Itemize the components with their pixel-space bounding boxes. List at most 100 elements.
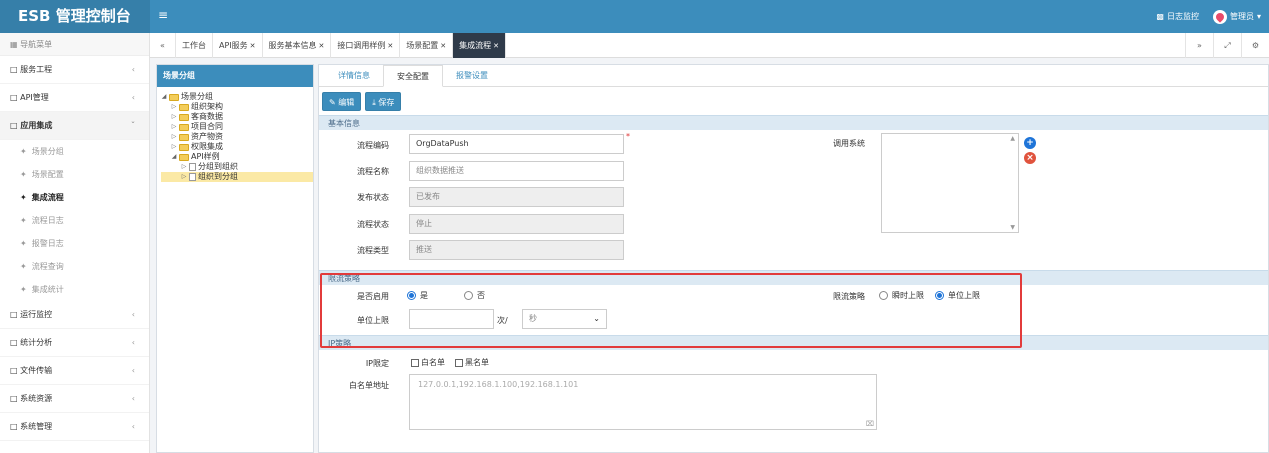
sidebar-item-file-transfer[interactable]: □ 文件传输 ‹ [0, 357, 149, 385]
sidebar-item-label: 应用集成 [20, 121, 53, 130]
leaf-icon: ✦ [20, 216, 27, 225]
flow-state-field: 停止 [409, 214, 624, 234]
user-name: 管理员 [1229, 12, 1254, 21]
tab-workbench[interactable]: 工作台 [176, 33, 213, 58]
blacklist-checkbox[interactable]: 黑名单 [455, 357, 489, 368]
sidebar-item-sys-resource[interactable]: □ 系统资源 ‹ [0, 385, 149, 413]
sidebar-sub-scene-group[interactable]: ✦ 场景分组 [0, 140, 149, 163]
tree-node[interactable]: ▷ 组织架构 [161, 102, 313, 112]
sidebar-item-run-monitor[interactable]: □ 运行监控 ‹ [0, 301, 149, 329]
scene-tree-panel: 场景分组 ◢ 场景分组 ▷ 组织架构 ▷ 客商数据 ▷ 项目合同 ▷ 资产物资 ▷ 权限集成… [156, 64, 314, 453]
caret-right-icon[interactable]: ▷ [171, 122, 177, 132]
close-icon[interactable]: ✕ [493, 42, 499, 50]
sidebar-item-api-management[interactable]: □ API管理 ‹ [0, 84, 149, 112]
folder-icon [179, 133, 189, 141]
tab-label: API服务 [219, 41, 248, 50]
sidebar-item-sys-manage[interactable]: □ 系统管理 ‹ [0, 413, 149, 441]
chevron-left-icon: ‹ [131, 93, 135, 102]
ip-limit-label: IP限定 [365, 359, 389, 368]
sidebar-sub-integration-flow[interactable]: ✦ 集成流程 [0, 186, 149, 209]
folder-icon [179, 153, 189, 161]
tree-node-label: 组织到分组 [198, 172, 238, 181]
unit-limit-radio[interactable]: 单位上限 [935, 290, 980, 301]
main-panel: 详情信息 安全配置 报警设置 ✎ 编辑 ⤓ 保存 基本信息 流程编码 OrgDa… [318, 64, 1269, 453]
folder-icon [179, 123, 189, 131]
whitelist-checkbox[interactable]: 白名单 [411, 357, 445, 368]
tab-details[interactable]: 详情信息 [325, 65, 383, 86]
tree-node[interactable]: ▷ 客商数据 [161, 112, 313, 122]
caret-right-icon[interactable]: ▷ [171, 132, 177, 142]
system-label: 调用系统 [833, 139, 865, 148]
hamburger-icon[interactable]: ≡ [158, 8, 168, 22]
tree-node-selected[interactable]: ▷ 组织到分组 [161, 172, 313, 182]
resize-handle-icon[interactable]: ⌧ [866, 420, 874, 428]
double-chevron-left-icon[interactable]: « [150, 33, 176, 58]
close-icon[interactable]: ✕ [250, 42, 256, 50]
sidebar-item-service-project[interactable]: □ 服务工程 ‹ [0, 56, 149, 84]
scroll-down-icon[interactable]: ▼ [1010, 224, 1015, 231]
tree-node[interactable]: ▷ 权限集成 [161, 142, 313, 152]
sidebar-item-app-integration[interactable]: □ 应用集成 ˇ [0, 112, 149, 140]
tree-node[interactable]: ▷ 项目合同 [161, 122, 313, 132]
square-icon: □ [10, 394, 18, 403]
top-right-actions: ▩ 日志监控 管理员 ▾ [1156, 0, 1261, 33]
caller-system-list[interactable]: ▲ ▼ [881, 133, 1019, 233]
double-chevron-right-icon[interactable]: » [1185, 33, 1213, 58]
fullscreen-icon[interactable]: ⤢ [1213, 33, 1241, 58]
caret-down-icon[interactable]: ◢ [161, 92, 167, 102]
leaf-icon: ✦ [20, 170, 27, 179]
sidebar-item-label: API管理 [20, 93, 49, 102]
instant-limit-radio[interactable]: 瞬时上限 [879, 290, 924, 301]
delete-system-button[interactable]: × [1024, 152, 1036, 164]
sidebar-sub-label: 场景配置 [31, 170, 64, 179]
edit-button[interactable]: ✎ 编辑 [322, 92, 362, 111]
caret-right-icon[interactable]: ▷ [171, 102, 177, 112]
grid-icon: ▦ [10, 40, 18, 49]
scene-tree: ◢ 场景分组 ▷ 组织架构 ▷ 客商数据 ▷ 项目合同 ▷ 资产物资 ▷ 权限集成 ◢ API… [157, 87, 313, 182]
name-field[interactable]: 组织数据推送 [409, 161, 624, 181]
sidebar-sub-alarm-log[interactable]: ✦ 报警日志 [0, 232, 149, 255]
folder-icon [179, 103, 189, 111]
period-select[interactable]: 秒 ⌄ [522, 309, 607, 329]
caret-right-icon[interactable]: ▷ [171, 142, 177, 152]
tree-node-root[interactable]: ◢ 场景分组 [161, 92, 313, 102]
tree-node-label: 客商数据 [191, 112, 223, 121]
enable-yes-radio[interactable]: 是 [407, 290, 428, 301]
sidebar-sub-flow-log[interactable]: ✦ 流程日志 [0, 209, 149, 232]
add-system-button[interactable]: + [1024, 137, 1036, 149]
caret-down-icon[interactable]: ◢ [171, 152, 177, 162]
tree-node[interactable]: ▷ 资产物资 [161, 132, 313, 142]
log-monitor-link[interactable]: ▩ 日志监控 [1156, 11, 1199, 22]
caret-right-icon[interactable]: ▷ [181, 172, 187, 182]
unit-limit-input[interactable] [409, 309, 494, 329]
sidebar-item-label: 运行监控 [20, 310, 53, 319]
tab-integration-flow[interactable]: 集成流程 ✕ [453, 33, 507, 58]
gear-icon[interactable]: ⚙ [1241, 33, 1269, 58]
tab-alarm-settings[interactable]: 报警设置 [443, 65, 501, 86]
tree-node-leaf[interactable]: ▷ 分组到组织 [161, 162, 313, 172]
tab-scene-config[interactable]: 场景配置 ✕ [400, 33, 454, 58]
caret-right-icon[interactable]: ▷ [171, 112, 177, 122]
whitelist-addr-textarea[interactable]: 127.0.0.1,192.168.1.100,192.168.1.101 ⌧ [409, 374, 877, 430]
enable-no-radio[interactable]: 否 [464, 290, 485, 301]
tab-security-config[interactable]: 安全配置 [383, 65, 443, 87]
scroll-up-icon[interactable]: ▲ [1010, 135, 1015, 142]
tree-node-api-sample[interactable]: ◢ API样例 [161, 152, 313, 162]
tab-api-sample[interactable]: 接口调用样例 ✕ [331, 33, 401, 58]
sidebar-sub-scene-config[interactable]: ✦ 场景配置 [0, 163, 149, 186]
caret-right-icon[interactable]: ▷ [181, 162, 187, 172]
user-menu[interactable]: 管理员 ▾ [1212, 9, 1261, 24]
sidebar-sub-flow-query[interactable]: ✦ 流程查询 [0, 255, 149, 278]
close-icon[interactable]: ✕ [440, 42, 446, 50]
tab-service-info[interactable]: 服务基本信息 ✕ [263, 33, 332, 58]
leaf-icon: ✦ [20, 285, 27, 294]
close-icon[interactable]: ✕ [387, 42, 393, 50]
sidebar-sub-integration-stats[interactable]: ✦ 集成统计 [0, 278, 149, 301]
code-field[interactable]: OrgDataPush [409, 134, 624, 154]
rate-limit-form: 是否启用 是 否 单位上限 次/ 秒 ⌄ 限流策略 瞬时上限 单位上限 [319, 285, 1268, 335]
close-icon[interactable]: ✕ [319, 42, 325, 50]
save-button[interactable]: ⤓ 保存 [365, 92, 402, 111]
tree-node-label: 组织架构 [191, 102, 223, 111]
sidebar-item-stats[interactable]: □ 统计分析 ‹ [0, 329, 149, 357]
tab-api-service[interactable]: API服务 ✕ [213, 33, 263, 58]
